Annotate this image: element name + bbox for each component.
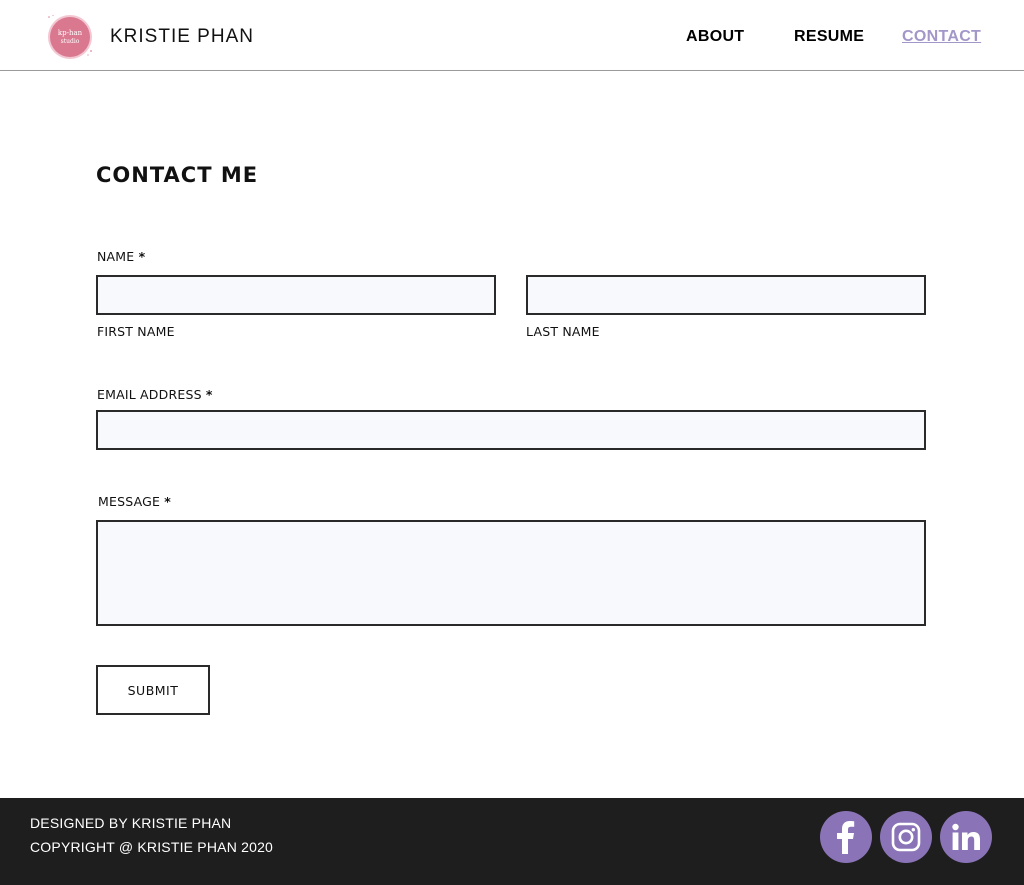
facebook-icon <box>837 821 855 854</box>
name-label: NAME * <box>97 249 145 264</box>
message-label-text: MESSAGE <box>98 494 161 509</box>
site-header: kp-han studio KRISTIE PHAN ABOUT RESUME … <box>0 0 1024 71</box>
message-textarea[interactable] <box>98 522 924 624</box>
message-field-box <box>96 520 926 626</box>
copyright-text: COPYRIGHT @ KRISTIE PHAN 2020 <box>30 839 274 855</box>
linkedin-icon <box>952 823 980 850</box>
email-field-box <box>96 410 926 450</box>
nav-about[interactable]: ABOUT <box>686 28 744 46</box>
first-name-label: FIRST NAME <box>97 324 175 339</box>
logo-text-2: studio <box>61 38 80 45</box>
nav-resume[interactable]: RESUME <box>794 28 864 46</box>
name-label-text: NAME <box>97 249 135 264</box>
first-name-input[interactable] <box>98 277 494 313</box>
instagram-link[interactable] <box>880 811 932 863</box>
required-mark: * <box>164 494 172 509</box>
instagram-icon <box>891 822 921 852</box>
submit-button[interactable]: SUBMIT <box>96 665 210 715</box>
first-name-field-box <box>96 275 496 315</box>
nav-contact[interactable]: CONTACT <box>902 28 981 46</box>
last-name-label: LAST NAME <box>526 324 600 339</box>
last-name-field-box <box>526 275 926 315</box>
required-mark: * <box>205 387 213 402</box>
logo[interactable]: kp-han studio <box>46 14 94 59</box>
email-input[interactable] <box>98 412 924 448</box>
email-label: EMAIL ADDRESS * <box>97 387 213 402</box>
last-name-input[interactable] <box>528 277 924 313</box>
logo-text-1: kp-han <box>58 29 83 37</box>
email-label-text: EMAIL ADDRESS <box>97 387 202 402</box>
required-mark: * <box>138 249 146 264</box>
brand-name[interactable]: KRISTIE PHAN <box>110 26 254 48</box>
designed-by-text: DESIGNED BY KRISTIE PHAN <box>30 815 232 831</box>
page-title: CONTACT ME <box>96 163 259 187</box>
facebook-link[interactable] <box>820 811 872 863</box>
linkedin-link[interactable] <box>940 811 992 863</box>
message-label: MESSAGE * <box>98 494 171 509</box>
site-footer: DESIGNED BY KRISTIE PHAN COPYRIGHT @ KRI… <box>0 798 1024 885</box>
